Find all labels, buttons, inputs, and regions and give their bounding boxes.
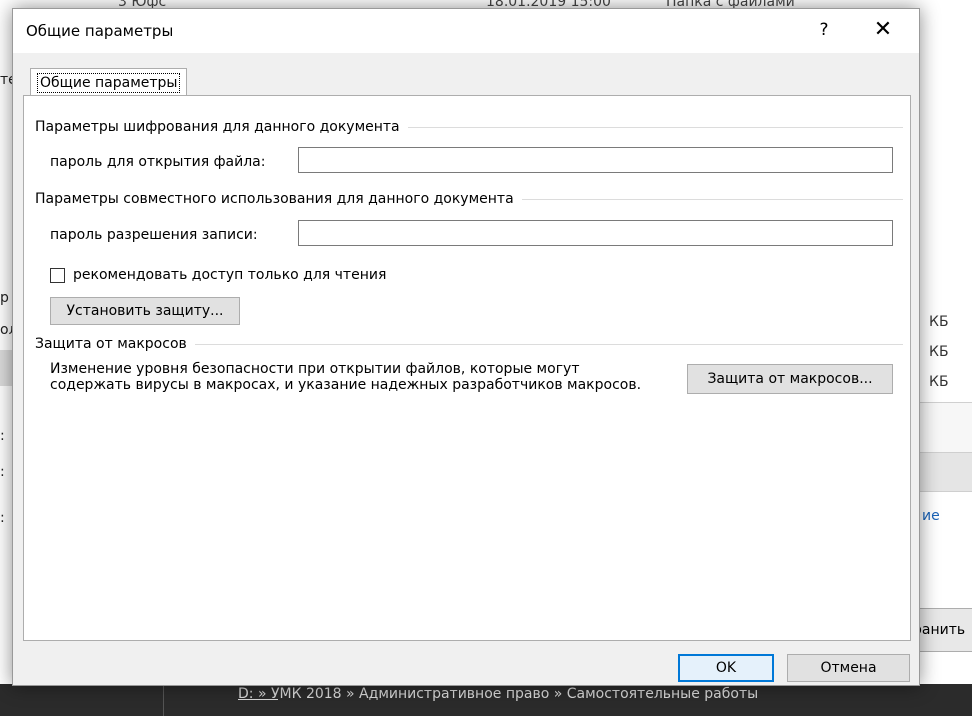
macro-group-title: Защита от макросов [35,336,187,352]
macro-group-header: Защита от макросов [35,334,903,354]
bg-left-selection [0,350,12,386]
group-divider [407,126,903,128]
tab-panel: Параметры шифрования для данного докумен… [23,95,911,641]
macro-security-button[interactable]: Защита от макросов... [687,364,893,394]
write-password-label: пароль разрешения записи: [50,227,258,243]
group-divider [521,198,903,200]
close-button[interactable]: ✕ [865,15,901,45]
bg-right-panel [918,402,972,453]
encryption-group-header: Параметры шифрования для данного докумен… [35,117,903,137]
dialog-titlebar[interactable]: Общие параметры ? ✕ [13,9,919,53]
help-button[interactable]: ? [809,15,839,45]
bg-right-bar [918,452,972,492]
encryption-group-title: Параметры шифрования для данного докумен… [35,119,400,135]
macro-description: Изменение уровня безопасности при открыт… [50,361,642,393]
bg-save-button[interactable]: ранить [912,608,972,652]
tab-label: Общие параметры [37,73,181,93]
bg-folder-path: D: » УМК 2018 » Административное право »… [238,686,759,702]
ok-button[interactable]: OK [678,654,774,682]
open-password-label: пароль для открытия файла: [50,154,266,170]
readonly-checkbox-row[interactable]: рекомендовать доступ только для чтения [50,267,386,283]
tab-general-options[interactable]: Общие параметры [30,68,188,96]
write-password-input[interactable] [298,220,893,246]
general-options-dialog: Общие параметры ? ✕ Общие параметры Пара… [12,8,920,686]
readonly-checkbox-label[interactable]: рекомендовать доступ только для чтения [73,267,386,283]
group-divider [194,343,903,345]
bg-left-fragment: р [0,290,9,306]
sharing-group-header: Параметры совместного использования для … [35,189,903,209]
protect-document-button[interactable]: Установить защиту... [50,297,240,325]
open-password-input[interactable] [298,147,893,173]
bg-file-size: КБ [929,344,949,360]
bg-status-divider [163,684,164,716]
readonly-checkbox[interactable] [50,267,65,283]
cancel-button[interactable]: Отмена [787,654,910,682]
bg-left-fragment: : [0,428,5,444]
sharing-group-title: Параметры совместного использования для … [35,191,514,207]
bg-file-size: КБ [929,314,949,330]
bg-left-fragment: : [0,510,5,526]
bg-file-size: КБ [929,374,949,390]
dialog-title: Общие параметры [26,22,174,40]
bg-left-fragment: : [0,464,5,480]
bg-right-link[interactable]: ие [922,508,940,524]
